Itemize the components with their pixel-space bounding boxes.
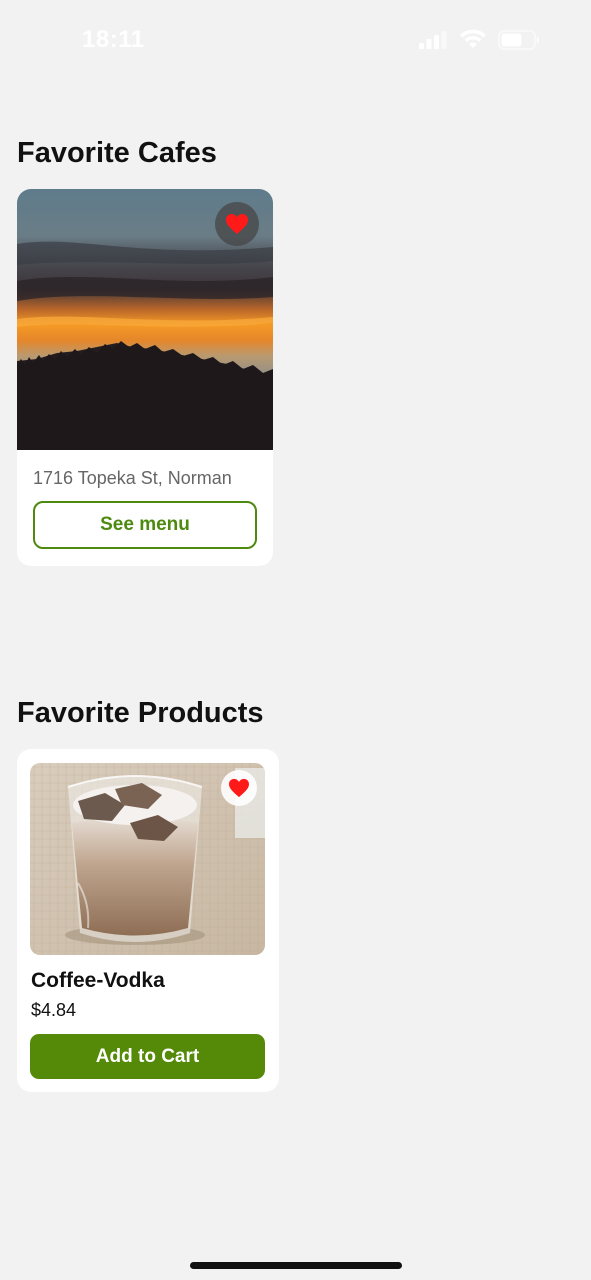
favorite-products-title: Favorite Products xyxy=(17,697,264,729)
product-price: $4.84 xyxy=(31,1000,77,1020)
product-favorite-button[interactable] xyxy=(221,770,257,806)
battery-icon xyxy=(498,30,539,50)
cafe-favorite-button[interactable] xyxy=(215,202,259,246)
cafe-card[interactable]: 1716 Topeka St, Norman See menu xyxy=(17,189,273,566)
see-menu-button[interactable]: See menu xyxy=(33,501,257,549)
add-to-cart-button[interactable]: Add to Cart xyxy=(30,1034,265,1079)
product-name: Coffee-Vodka xyxy=(31,969,165,992)
home-indicator[interactable] xyxy=(190,1262,402,1269)
status-time: 18:11 xyxy=(82,26,145,53)
heart-icon xyxy=(226,214,248,234)
favorite-cafes-title: Favorite Cafes xyxy=(17,137,217,169)
product-card[interactable]: Coffee-Vodka $4.84 Add to Cart xyxy=(17,749,279,1092)
cellular-signal-icon xyxy=(419,31,447,49)
status-bar: 18:11 xyxy=(0,0,591,80)
cafe-address: 1716 Topeka St, Norman xyxy=(33,468,232,488)
wifi-icon xyxy=(460,29,486,48)
heart-icon xyxy=(229,778,249,798)
